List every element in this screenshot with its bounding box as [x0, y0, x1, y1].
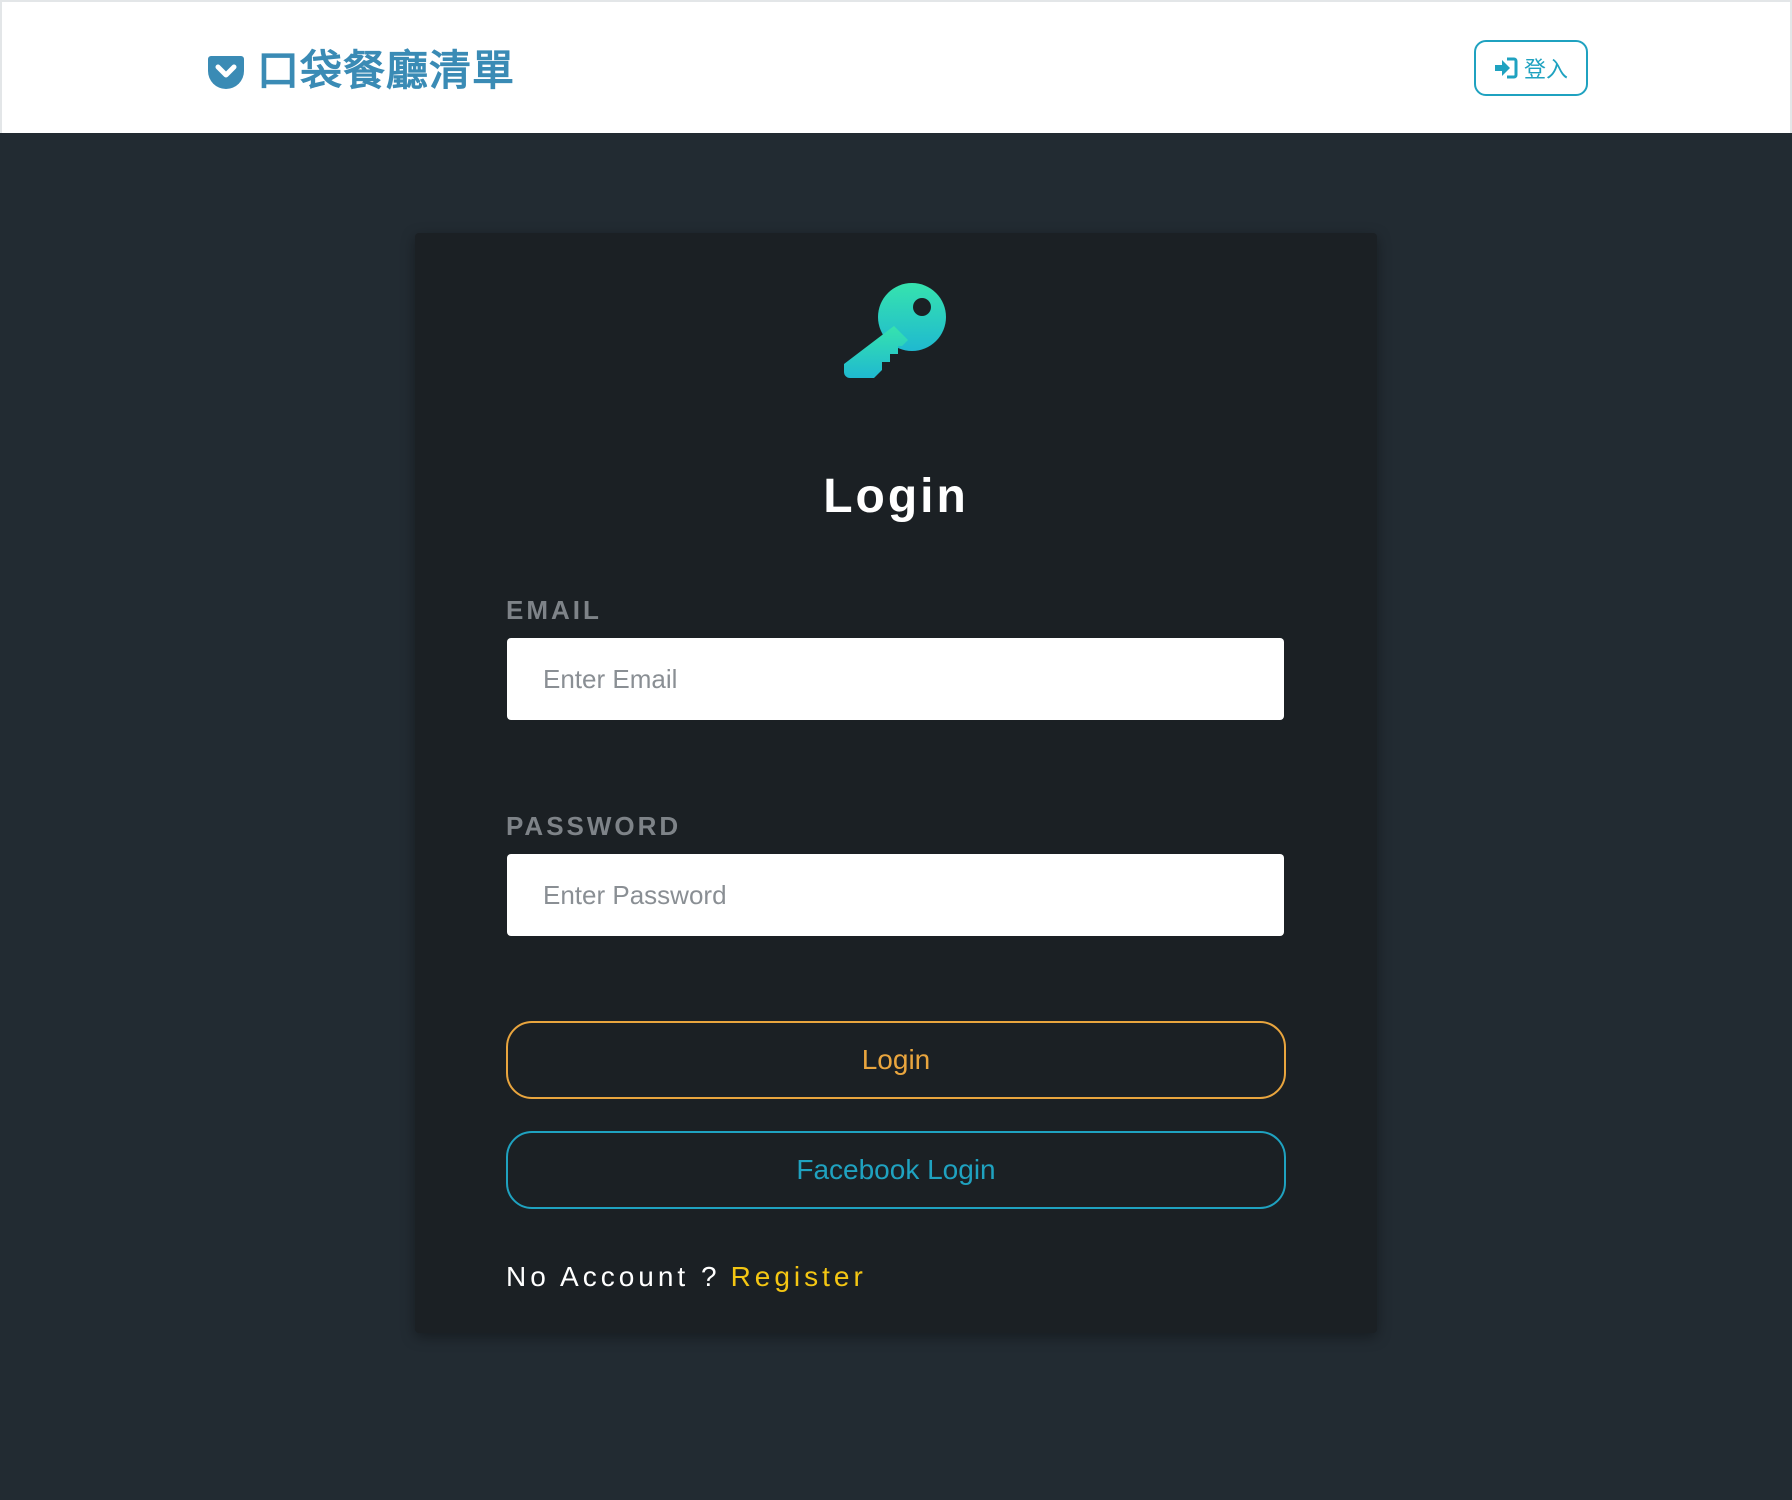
key-icon	[844, 283, 946, 378]
login-button-label: Login	[861, 1044, 931, 1075]
email-field[interactable]	[507, 638, 1284, 720]
password-label: PASSWORD	[506, 811, 682, 841]
login-title: Login	[823, 470, 969, 523]
brand-title: 口袋餐廳清單	[257, 46, 516, 95]
facebook-login-label: Facebook Login	[796, 1154, 996, 1185]
email-label: EMAIL	[506, 595, 602, 625]
register-row: No Account ? Register	[506, 1260, 867, 1294]
pocket-icon	[207, 52, 245, 90]
login-button[interactable]: Login	[506, 1021, 1286, 1099]
facebook-login-button[interactable]: Facebook Login	[506, 1131, 1286, 1209]
nav-login-button[interactable]: 登入	[1474, 40, 1588, 96]
navbar: 口袋餐廳清單 登入	[0, 0, 1792, 133]
nav-login-label: 登入	[1523, 58, 1568, 83]
sign-in-icon	[1494, 57, 1518, 79]
login-card: Login EMAIL PASSWORD Login Facebook Logi…	[415, 233, 1377, 1333]
register-link[interactable]: Register	[731, 1261, 867, 1292]
register-prompt: No Account ?	[506, 1261, 721, 1292]
brand-link[interactable]: 口袋餐廳清單	[207, 47, 515, 95]
password-field[interactable]	[507, 854, 1284, 936]
